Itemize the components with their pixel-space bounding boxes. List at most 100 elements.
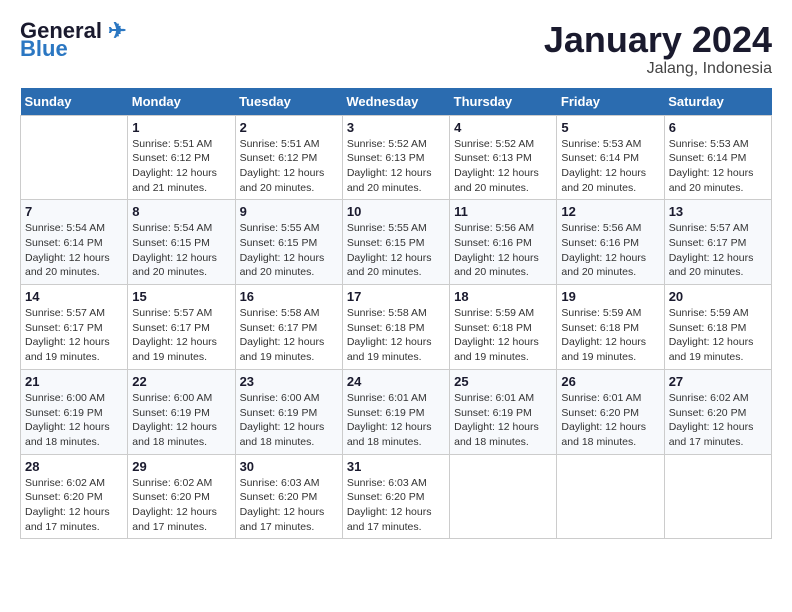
day-number: 7 [25,204,123,219]
day-number: 19 [561,289,659,304]
weekday-header-row: SundayMondayTuesdayWednesdayThursdayFrid… [21,88,772,116]
day-info: Sunrise: 6:01 AMSunset: 6:19 PMDaylight:… [454,391,552,450]
weekday-header-wednesday: Wednesday [342,88,449,116]
calendar-table: SundayMondayTuesdayWednesdayThursdayFrid… [20,88,772,540]
calendar-cell: 9 Sunrise: 5:55 AMSunset: 6:15 PMDaylight… [235,200,342,285]
weekday-header-sunday: Sunday [21,88,128,116]
calendar-cell: 6 Sunrise: 5:53 AMSunset: 6:14 PMDaylight… [664,115,771,200]
day-info: Sunrise: 5:59 AMSunset: 6:18 PMDaylight:… [454,306,552,365]
day-info: Sunrise: 5:54 AMSunset: 6:14 PMDaylight:… [25,221,123,280]
logo-blue: Blue [20,38,68,60]
day-info: Sunrise: 5:51 AMSunset: 6:12 PMDaylight:… [132,137,230,196]
day-info: Sunrise: 5:51 AMSunset: 6:12 PMDaylight:… [240,137,338,196]
calendar-cell [664,454,771,539]
day-info: Sunrise: 5:57 AMSunset: 6:17 PMDaylight:… [132,306,230,365]
calendar-cell: 14 Sunrise: 5:57 AMSunset: 6:17 PMDayligh… [21,285,128,370]
logo: General ✈ Blue [20,20,127,60]
day-info: Sunrise: 5:57 AMSunset: 6:17 PMDaylight:… [25,306,123,365]
calendar-cell: 23 Sunrise: 6:00 AMSunset: 6:19 PMDayligh… [235,369,342,454]
day-info: Sunrise: 5:55 AMSunset: 6:15 PMDaylight:… [240,221,338,280]
calendar-cell: 16 Sunrise: 5:58 AMSunset: 6:17 PMDayligh… [235,285,342,370]
day-info: Sunrise: 5:52 AMSunset: 6:13 PMDaylight:… [347,137,445,196]
calendar-cell: 26 Sunrise: 6:01 AMSunset: 6:20 PMDayligh… [557,369,664,454]
calendar-cell: 28 Sunrise: 6:02 AMSunset: 6:20 PMDayligh… [21,454,128,539]
month-title: January 2024 [544,20,772,60]
calendar-cell: 4Sunrise: 5:52 AMSunset: 6:13 PMDaylight… [450,115,557,200]
day-number: 29 [132,459,230,474]
weekday-header-tuesday: Tuesday [235,88,342,116]
day-number: 22 [132,374,230,389]
day-number: 30 [240,459,338,474]
calendar-cell: 2 Sunrise: 5:51 AMSunset: 6:12 PMDaylight… [235,115,342,200]
calendar-cell: 13Sunrise: 5:57 AMSunset: 6:17 PMDayligh… [664,200,771,285]
day-number: 14 [25,289,123,304]
day-number: 10 [347,204,445,219]
day-number: 28 [25,459,123,474]
day-number: 1 [132,120,230,135]
calendar-cell: 29 Sunrise: 6:02 AMSunset: 6:20 PMDayligh… [128,454,235,539]
page-header: General ✈ Blue January 2024 Jalang, Indo… [20,20,772,78]
weekday-header-friday: Friday [557,88,664,116]
day-number: 23 [240,374,338,389]
day-number: 27 [669,374,767,389]
day-info: Sunrise: 6:02 AMSunset: 6:20 PMDaylight:… [669,391,767,450]
day-number: 5 [561,120,659,135]
calendar-cell: 24Sunrise: 6:01 AMSunset: 6:19 PMDayligh… [342,369,449,454]
calendar-cell [450,454,557,539]
calendar-cell: 20Sunrise: 5:59 AMSunset: 6:18 PMDayligh… [664,285,771,370]
weekday-header-thursday: Thursday [450,88,557,116]
day-number: 9 [240,204,338,219]
day-number: 21 [25,374,123,389]
day-info: Sunrise: 6:01 AMSunset: 6:20 PMDaylight:… [561,391,659,450]
day-info: Sunrise: 6:00 AMSunset: 6:19 PMDaylight:… [25,391,123,450]
day-info: Sunrise: 6:02 AMSunset: 6:20 PMDaylight:… [25,476,123,535]
day-number: 24 [347,374,445,389]
day-info: Sunrise: 5:58 AMSunset: 6:18 PMDaylight:… [347,306,445,365]
calendar-cell: 25 Sunrise: 6:01 AMSunset: 6:19 PMDayligh… [450,369,557,454]
day-info: Sunrise: 5:53 AMSunset: 6:14 PMDaylight:… [669,137,767,196]
calendar-cell: 12 Sunrise: 5:56 AMSunset: 6:16 PMDayligh… [557,200,664,285]
calendar-week-3: 14 Sunrise: 5:57 AMSunset: 6:17 PMDayligh… [21,285,772,370]
day-info: Sunrise: 6:00 AMSunset: 6:19 PMDaylight:… [240,391,338,450]
day-number: 18 [454,289,552,304]
day-info: Sunrise: 5:56 AMSunset: 6:16 PMDaylight:… [454,221,552,280]
day-info: Sunrise: 5:53 AMSunset: 6:14 PMDaylight:… [561,137,659,196]
weekday-header-saturday: Saturday [664,88,771,116]
day-number: 16 [240,289,338,304]
calendar-cell: 19Sunrise: 5:59 AMSunset: 6:18 PMDayligh… [557,285,664,370]
calendar-cell: 8Sunrise: 5:54 AMSunset: 6:15 PMDaylight… [128,200,235,285]
calendar-week-2: 7 Sunrise: 5:54 AMSunset: 6:14 PMDaylight… [21,200,772,285]
day-info: Sunrise: 6:02 AMSunset: 6:20 PMDaylight:… [132,476,230,535]
calendar-cell: 7 Sunrise: 5:54 AMSunset: 6:14 PMDaylight… [21,200,128,285]
calendar-week-1: 1 Sunrise: 5:51 AMSunset: 6:12 PMDaylight… [21,115,772,200]
day-number: 6 [669,120,767,135]
calendar-cell [557,454,664,539]
calendar-cell: 17 Sunrise: 5:58 AMSunset: 6:18 PMDayligh… [342,285,449,370]
day-number: 12 [561,204,659,219]
location-title: Jalang, Indonesia [544,60,772,78]
day-number: 25 [454,374,552,389]
day-number: 8 [132,204,230,219]
day-info: Sunrise: 5:52 AMSunset: 6:13 PMDaylight:… [454,137,552,196]
day-number: 31 [347,459,445,474]
calendar-cell: 27 Sunrise: 6:02 AMSunset: 6:20 PMDayligh… [664,369,771,454]
day-info: Sunrise: 6:00 AMSunset: 6:19 PMDaylight:… [132,391,230,450]
day-number: 17 [347,289,445,304]
calendar-cell: 31 Sunrise: 6:03 AMSunset: 6:20 PMDayligh… [342,454,449,539]
day-number: 2 [240,120,338,135]
day-info: Sunrise: 5:55 AMSunset: 6:15 PMDaylight:… [347,221,445,280]
day-number: 15 [132,289,230,304]
day-info: Sunrise: 6:03 AMSunset: 6:20 PMDaylight:… [347,476,445,535]
day-info: Sunrise: 5:56 AMSunset: 6:16 PMDaylight:… [561,221,659,280]
day-number: 26 [561,374,659,389]
day-info: Sunrise: 5:58 AMSunset: 6:17 PMDaylight:… [240,306,338,365]
calendar-cell: 15 Sunrise: 5:57 AMSunset: 6:17 PMDayligh… [128,285,235,370]
calendar-cell: 21 Sunrise: 6:00 AMSunset: 6:19 PMDayligh… [21,369,128,454]
calendar-cell: 5 Sunrise: 5:53 AMSunset: 6:14 PMDaylight… [557,115,664,200]
day-number: 11 [454,204,552,219]
title-block: January 2024 Jalang, Indonesia [544,20,772,78]
day-number: 20 [669,289,767,304]
day-info: Sunrise: 5:57 AMSunset: 6:17 PMDaylight:… [669,221,767,280]
calendar-week-4: 21 Sunrise: 6:00 AMSunset: 6:19 PMDayligh… [21,369,772,454]
calendar-cell: 3Sunrise: 5:52 AMSunset: 6:13 PMDaylight… [342,115,449,200]
